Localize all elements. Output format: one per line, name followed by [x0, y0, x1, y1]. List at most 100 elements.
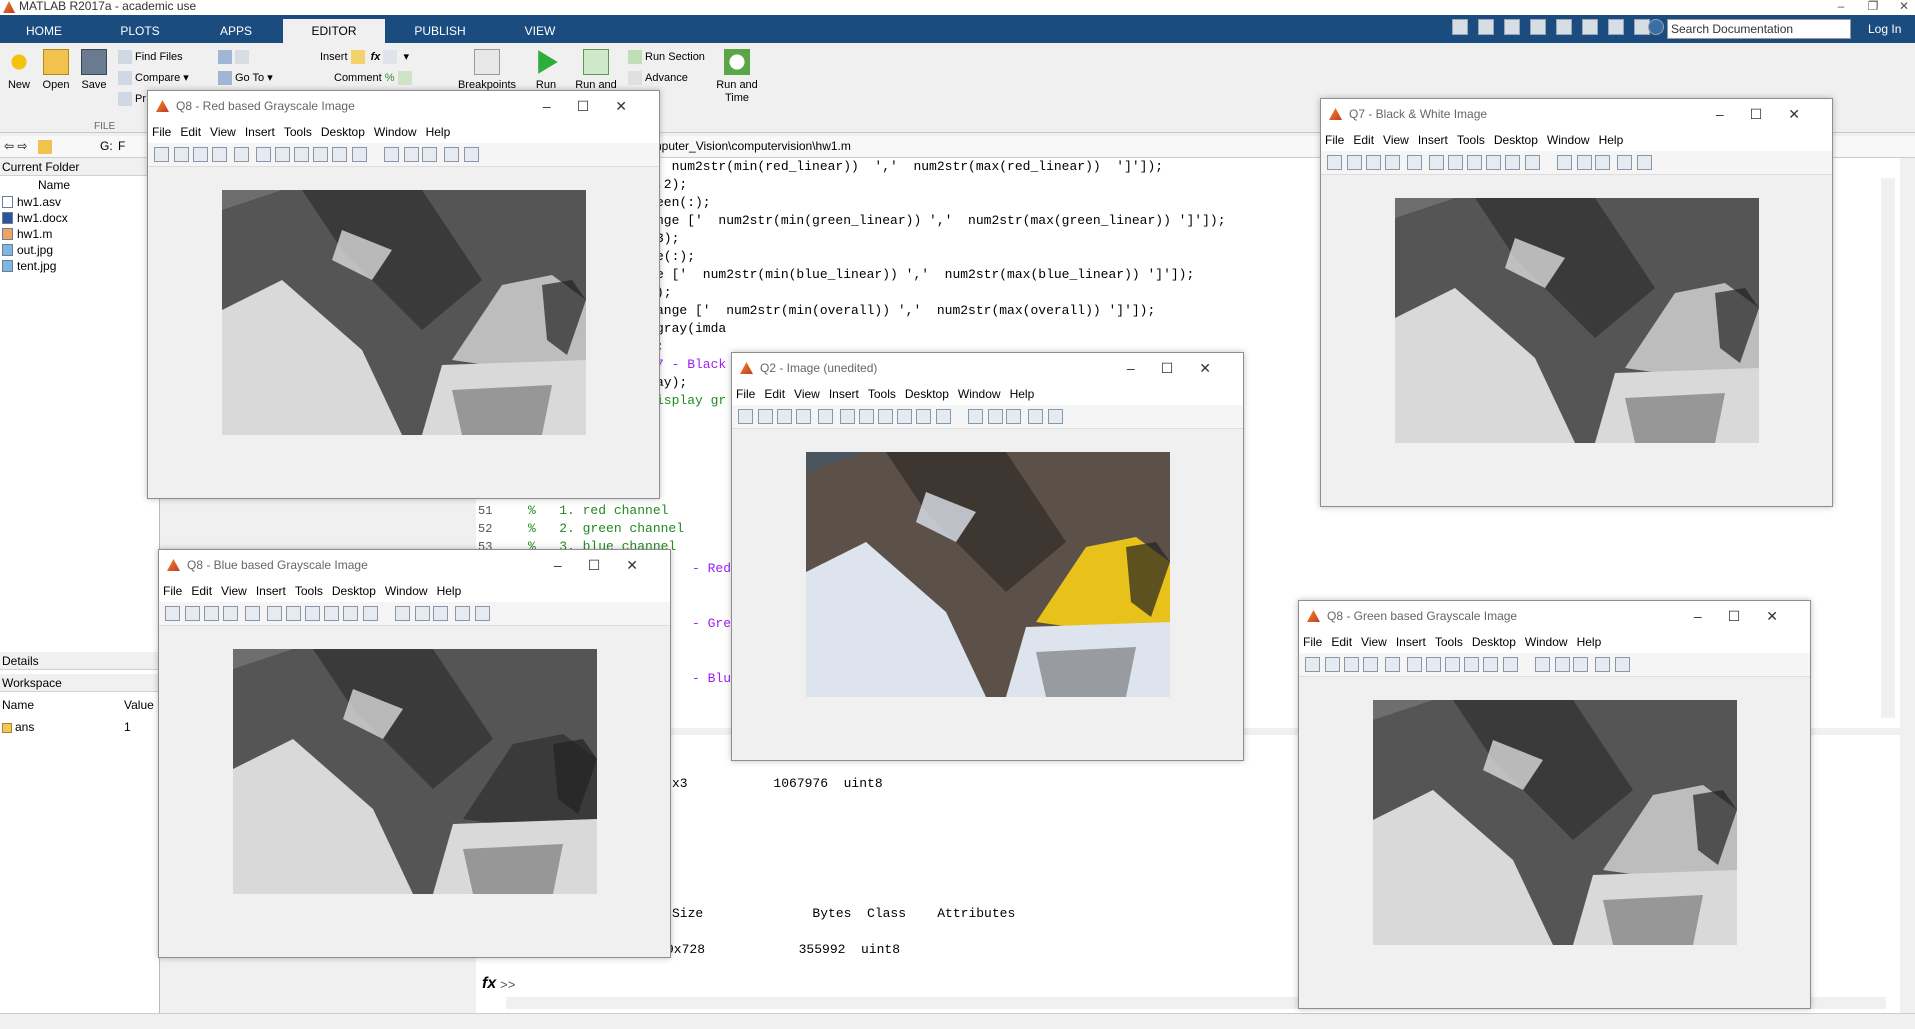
figure-red-grayscale[interactable]: Q8 - Red based Grayscale Image –☐✕ File Ed… [147, 90, 660, 499]
pan-icon[interactable] [305, 606, 320, 621]
drive-label[interactable]: G: [100, 139, 113, 153]
figure-menu-file[interactable]: File [736, 387, 755, 401]
zoom-in-icon[interactable] [840, 409, 855, 424]
workspace-value-header[interactable]: Value [124, 698, 154, 712]
hide-tools-icon[interactable] [444, 147, 459, 162]
colorbar-icon[interactable] [1555, 657, 1570, 672]
editor-scrollbar[interactable] [1881, 178, 1895, 718]
select-arrow-icon[interactable] [1407, 155, 1422, 170]
name-column-header[interactable]: Name [0, 176, 159, 194]
figure-menu-insert[interactable]: Insert [256, 584, 286, 598]
paste-icon[interactable] [1556, 19, 1572, 35]
colorbar-icon[interactable] [415, 606, 430, 621]
new-figure-icon[interactable] [1305, 657, 1320, 672]
brush-icon[interactable] [352, 147, 367, 162]
zoom-in-icon[interactable] [256, 147, 271, 162]
tab-editor[interactable]: EDITOR [283, 19, 385, 43]
legend-icon[interactable] [1006, 409, 1021, 424]
hide-tools-icon[interactable] [1617, 155, 1632, 170]
data-cursor-icon[interactable] [916, 409, 931, 424]
figure-menu-insert[interactable]: Insert [1396, 635, 1426, 649]
figure-menu-view[interactable]: View [794, 387, 820, 401]
figure-original-image[interactable]: Q2 - Image (unedited) –☐✕ File Edit View Ins… [731, 352, 1244, 761]
figure-menu-help[interactable]: Help [1577, 635, 1602, 649]
run-button[interactable]: Run [530, 49, 562, 92]
insert-button[interactable]: Insert fx ▾ [320, 50, 409, 64]
figure-menu-file[interactable]: File [1303, 635, 1322, 649]
brush-icon[interactable] [363, 606, 378, 621]
new-figure-icon[interactable] [1327, 155, 1342, 170]
show-tools-icon[interactable] [1637, 155, 1652, 170]
figure-menu-edit[interactable]: Edit [1353, 133, 1374, 147]
data-cursor-icon[interactable] [332, 147, 347, 162]
figure-window-controls[interactable]: –☐✕ [1127, 353, 1237, 383]
pan-icon[interactable] [878, 409, 893, 424]
colorbar-icon[interactable] [404, 147, 419, 162]
save-button[interactable]: Save [78, 49, 110, 92]
pan-icon[interactable] [294, 147, 309, 162]
help-icon[interactable] [1648, 19, 1664, 35]
rotate-icon[interactable] [324, 606, 339, 621]
figure-window-controls[interactable]: –☐✕ [1716, 99, 1826, 129]
login-link[interactable]: Log In [1868, 19, 1901, 39]
data-cursor-icon[interactable] [343, 606, 358, 621]
figure-menu-tools[interactable]: Tools [295, 584, 323, 598]
folder-icon[interactable] [38, 140, 52, 154]
select-arrow-icon[interactable] [818, 409, 833, 424]
figure-green-grayscale[interactable]: Q8 - Green based Grayscale Image –☐✕ File… [1298, 600, 1811, 1009]
figure-menu-view[interactable]: View [221, 584, 247, 598]
zoom-out-icon[interactable] [286, 606, 301, 621]
figure-menu-insert[interactable]: Insert [1418, 133, 1448, 147]
search-documentation-input[interactable]: Search Documentation [1667, 19, 1851, 39]
details-panel-title[interactable]: Details [0, 652, 159, 670]
figure-blue-grayscale[interactable]: Q8 - Blue based Grayscale Image –☐✕ File E… [158, 549, 671, 958]
figure-title-bar[interactable]: Q8 - Green based Grayscale Image –☐✕ [1299, 601, 1810, 631]
figure-menu-edit[interactable]: Edit [764, 387, 785, 401]
figure-menu-file[interactable]: File [163, 584, 182, 598]
link-plot-icon[interactable] [1535, 657, 1550, 672]
forward-arrow-icon[interactable] [235, 50, 249, 64]
figure-menu-edit[interactable]: Edit [191, 584, 212, 598]
show-tools-icon[interactable] [1615, 657, 1630, 672]
tab-home[interactable]: HOME [4, 19, 84, 43]
compare-button[interactable]: Compare ▾ [118, 71, 189, 85]
new-figure-icon[interactable] [154, 147, 169, 162]
run-and-time-button[interactable]: Run and Time [712, 49, 762, 105]
open-file-icon[interactable] [185, 606, 200, 621]
tab-view[interactable]: VIEW [500, 19, 580, 43]
figure-window-controls[interactable]: –☐✕ [543, 91, 653, 121]
print-figure-icon[interactable] [796, 409, 811, 424]
workspace-name-header[interactable]: Name [2, 698, 34, 712]
figure-menu-help[interactable]: Help [1599, 133, 1624, 147]
figure-menu-view[interactable]: View [1361, 635, 1387, 649]
select-arrow-icon[interactable] [1385, 657, 1400, 672]
workspace-var-row[interactable]: ans [2, 720, 34, 734]
brush-icon[interactable] [936, 409, 951, 424]
advance-button[interactable]: Advance [628, 71, 688, 85]
save-quick-icon[interactable] [1478, 19, 1494, 35]
print-button[interactable]: Pr [118, 92, 146, 106]
file-item[interactable]: hw1.m [0, 226, 159, 242]
tab-apps[interactable]: APPS [196, 19, 276, 43]
zoom-in-icon[interactable] [1407, 657, 1422, 672]
print-figure-icon[interactable] [223, 606, 238, 621]
close-icon[interactable]: ✕ [1893, 0, 1915, 13]
figure-black-white[interactable]: Q7 - Black & White Image –☐✕ File Edit View… [1320, 98, 1833, 507]
figure-menu-help[interactable]: Help [426, 125, 451, 139]
cut-icon[interactable] [1504, 19, 1520, 35]
new-figure-icon[interactable] [165, 606, 180, 621]
breakpoints-button[interactable]: Breakpoints [452, 49, 522, 92]
back-arrow-icon[interactable] [218, 50, 232, 64]
figure-menu-view[interactable]: View [1383, 133, 1409, 147]
restore-icon[interactable]: ❐ [1862, 0, 1884, 13]
run-and-advance-button[interactable]: Run and [574, 49, 618, 92]
hide-tools-icon[interactable] [455, 606, 470, 621]
figure-menu-desktop[interactable]: Desktop [1472, 635, 1516, 649]
save-figure-icon[interactable] [1366, 155, 1381, 170]
back-forward-icons[interactable] [218, 50, 252, 64]
figure-menu-file[interactable]: File [1325, 133, 1344, 147]
nav-arrows-icon[interactable]: ⇦ ⇨ [4, 139, 27, 153]
figure-menu-help[interactable]: Help [437, 584, 462, 598]
run-section-button[interactable]: Run Section [628, 50, 705, 64]
open-file-icon[interactable] [174, 147, 189, 162]
